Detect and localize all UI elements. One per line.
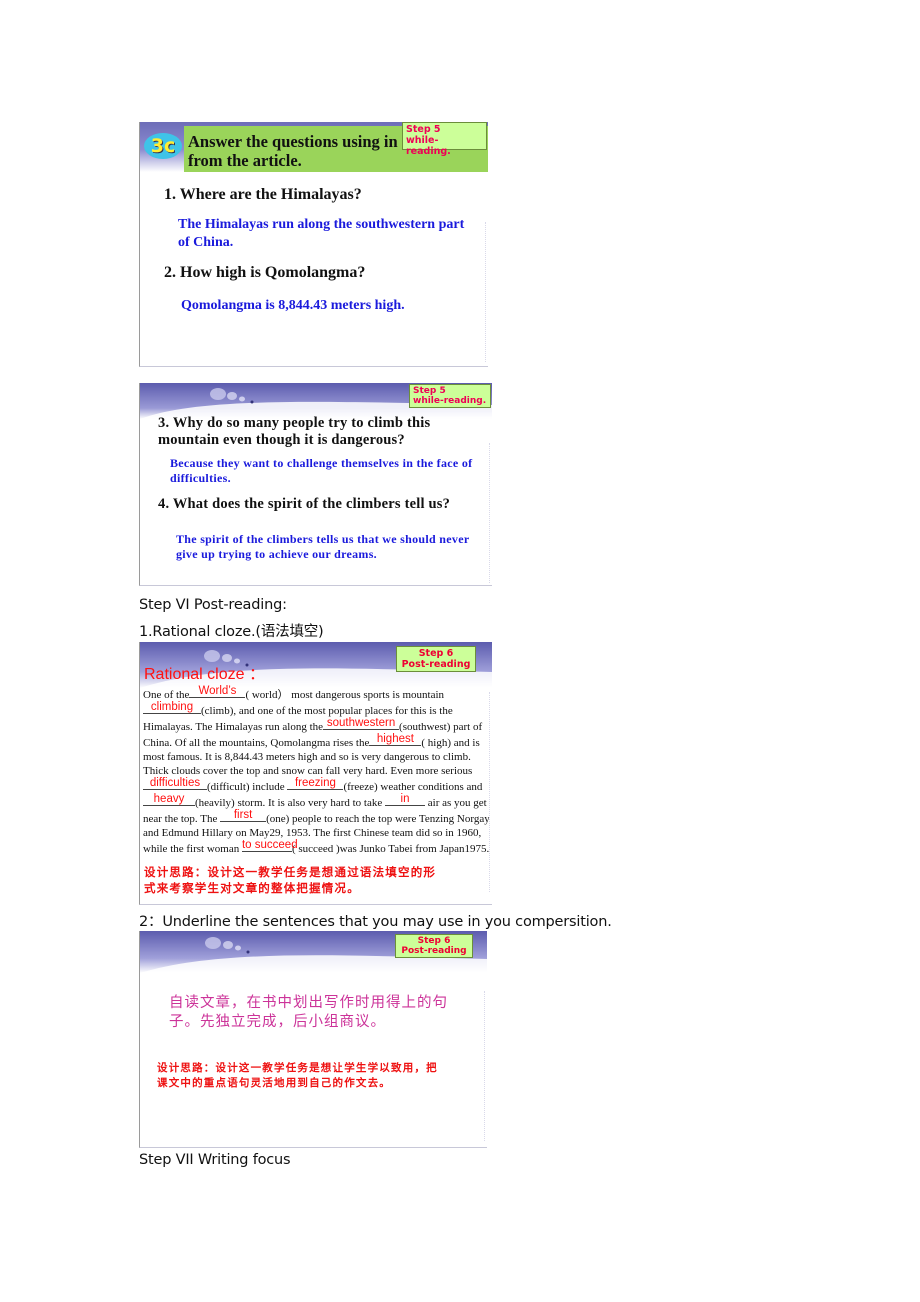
passage-text: (freeze) weather conditions and bbox=[343, 781, 483, 793]
step-badge-line-1: Step 5 bbox=[406, 124, 441, 135]
step-badge-line-2: while-reading. bbox=[406, 135, 451, 157]
step-badge-line-1: Step 6 bbox=[417, 936, 451, 946]
slide-edge-divider bbox=[482, 991, 485, 1141]
cloze-blank: freezing bbox=[287, 777, 344, 790]
step-badge: Step 5 while-reading. bbox=[409, 384, 491, 408]
cloze-blank: World’s bbox=[189, 685, 246, 698]
cloze-answer: highest bbox=[376, 733, 414, 745]
step-badge: Step 6 Post-reading bbox=[396, 646, 476, 672]
cloze-blank: southwestern bbox=[323, 717, 400, 730]
answer-1: The Himalayas run along the southwestern… bbox=[178, 217, 465, 250]
cloze-blank: to succeed bbox=[241, 839, 298, 852]
answer-2: Qomolangma is 8,844.43 meters high. bbox=[181, 298, 405, 313]
slide-rational-cloze: Rational cloze ： Step 6 Post-reading One… bbox=[139, 642, 492, 905]
slide-edge-divider bbox=[487, 443, 490, 583]
task-instruction: 自读文章，在书中划出写作时用得上的句子。先独立完成，后小组商议。 bbox=[169, 995, 448, 1030]
cloze-answer: first bbox=[233, 809, 253, 821]
cloze-passage: One of the World’s ( world） most dangerous… bbox=[143, 685, 491, 856]
answer-3: Because they want to challenge themselve… bbox=[170, 456, 473, 485]
step-badge: Step 5 while-reading. bbox=[402, 122, 487, 157]
slide-while-reading-questions: Step 5 while-reading. 3. Why do so many … bbox=[139, 383, 492, 586]
cloze-title: Rational cloze ： bbox=[144, 666, 265, 683]
rational-cloze-heading: 1.Rational cloze.(语法填空) bbox=[139, 624, 324, 640]
section-badge-3c: 3c bbox=[144, 133, 182, 159]
step-7-heading: Step VII Writing focus bbox=[139, 1152, 291, 1168]
cloze-answer: freezing bbox=[294, 777, 336, 789]
cloze-blank: highest bbox=[369, 733, 422, 746]
step-badge: Step 6 Post-reading bbox=[395, 934, 473, 958]
design-rationale-note: 设计思路：设计这一教学任务是想让学生学以致用，把课文中的重点语句灵活地用到自己的… bbox=[157, 1062, 438, 1089]
step-badge-line-1: Step 5 bbox=[413, 386, 446, 396]
slide-edge-divider bbox=[483, 222, 486, 362]
slide-title-line-2: from the article. bbox=[188, 151, 302, 170]
slide-title-line-1: Answer the questions using in bbox=[188, 132, 398, 151]
cloze-blank: first bbox=[220, 809, 267, 822]
passage-text: (difficult) include bbox=[207, 781, 285, 793]
cloze-answer: difficulties bbox=[149, 777, 201, 789]
step-badge-line-2: Post-reading bbox=[401, 659, 471, 670]
passage-text: One of the bbox=[143, 689, 190, 701]
underline-task-heading: 2：Underline the sentences that you may u… bbox=[139, 914, 612, 930]
cloze-answer: in bbox=[400, 793, 410, 805]
cloze-answer: southwestern bbox=[326, 717, 396, 729]
question-3: 3. Why do so many people try to climb th… bbox=[158, 415, 431, 448]
slide-title: Answer the questions using in from the a… bbox=[188, 132, 428, 170]
passage-text: ( succeed )was Junko Tabei from Japan197… bbox=[291, 843, 490, 855]
passage-text: ( world） most dangerous sports is mounta… bbox=[245, 689, 445, 701]
cloze-answer: heavy bbox=[153, 793, 185, 805]
step-badge-line-2: while-reading. bbox=[413, 396, 487, 406]
answer-4: The spirit of the climbers tells us that… bbox=[176, 532, 470, 561]
step-badge-line-2: Post-reading bbox=[401, 946, 467, 956]
slide-underline-sentences: Step 6 Post-reading 自读文章，在书中划出写作时用得上的句子。… bbox=[139, 931, 487, 1148]
cloze-answer: World’s bbox=[198, 685, 237, 697]
cloze-blank: difficulties bbox=[143, 777, 207, 790]
question-4: 4. What does the spirit of the climbers … bbox=[158, 496, 451, 512]
question-1: 1. Where are the Himalayas? bbox=[164, 186, 362, 203]
cloze-blank: climbing bbox=[143, 701, 201, 714]
slide-3c-questions: 3c Answer the questions using in from th… bbox=[139, 122, 488, 367]
step-6-heading: Step VI Post-reading: bbox=[139, 597, 287, 613]
cloze-answer: climbing bbox=[150, 701, 194, 713]
step-badge-line-1: Step 6 bbox=[418, 648, 454, 659]
passage-text: (heavily) storm. It is also very hard to… bbox=[195, 797, 383, 809]
cloze-blank: heavy bbox=[143, 793, 195, 806]
cloze-blank: in bbox=[385, 793, 426, 806]
question-2: 2. How high is Qomolangma? bbox=[164, 264, 366, 281]
cloze-answer: to succeed bbox=[241, 839, 298, 851]
slide-edge-divider bbox=[487, 692, 490, 892]
design-rationale-note: 设计思路：设计这一教学任务是想通过语法填空的形式来考察学生对文章的整体把握情况。 bbox=[144, 865, 437, 895]
